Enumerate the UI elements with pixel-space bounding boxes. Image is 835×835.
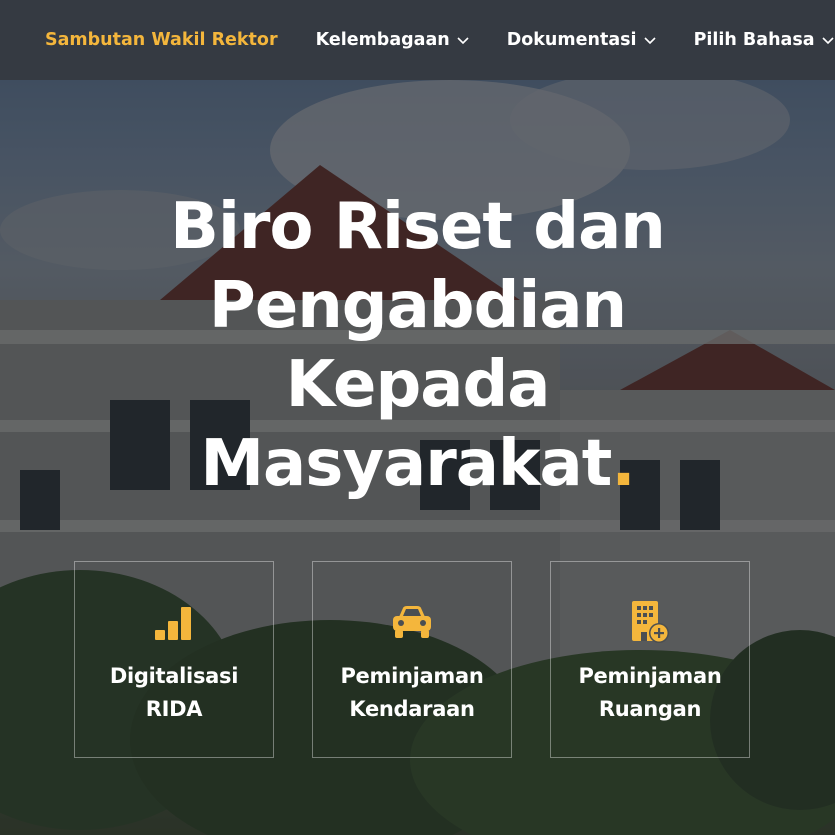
nav-item-pilih-bahasa[interactable]: Pilih Bahasa: [694, 30, 834, 50]
top-nav: Sambutan Wakil Rektor Kelembagaan Dokume…: [0, 0, 835, 80]
nav-item-label: Sambutan Wakil Rektor: [45, 30, 278, 50]
card-label-line: Digitalisasi: [109, 664, 239, 688]
nav-item-label: Dokumentasi: [506, 30, 637, 50]
service-cards: Digitalisasi RIDA Peminjaman Kendaraan P…: [74, 561, 750, 758]
card-label-line: Peminjaman: [340, 664, 484, 688]
card-label-line: Kendaraan: [349, 697, 475, 721]
nav-item-dokumentasi[interactable]: Dokumentasi: [507, 30, 656, 50]
card-digitalisasi-rida[interactable]: Digitalisasi RIDA: [74, 561, 274, 758]
building-add-icon: [628, 600, 672, 644]
hero-title-line: Masyarakat.: [0, 425, 835, 504]
card-label: Peminjaman Ruangan: [578, 660, 721, 726]
bar-chart-icon: [152, 600, 196, 644]
card-label-line: Ruangan: [598, 697, 702, 721]
nav-item-kelembagaan[interactable]: Kelembagaan: [316, 30, 469, 50]
chevron-down-icon: [643, 34, 656, 46]
card-label: Digitalisasi RIDA: [109, 660, 239, 726]
nav-item-sambutan[interactable]: Sambutan Wakil Rektor: [45, 30, 278, 50]
card-label-line: RIDA: [145, 697, 203, 721]
card-label: Peminjaman Kendaraan: [340, 660, 483, 726]
hero-title-line: Kepada: [285, 348, 551, 422]
card-peminjaman-ruangan[interactable]: Peminjaman Ruangan: [550, 561, 750, 758]
chevron-down-icon: [822, 34, 834, 46]
hero-title-line: Biro Riset dan: [170, 190, 666, 264]
hero-title-text: Masyarakat: [200, 427, 612, 501]
card-peminjaman-kendaraan[interactable]: Peminjaman Kendaraan: [312, 561, 512, 758]
hero-title: Biro Riset dan Pengabdian Kepada Masyara…: [0, 188, 835, 504]
hero-title-line: Pengabdian: [208, 269, 627, 343]
nav-item-label: Pilih Bahasa: [693, 30, 815, 50]
card-label-line: Peminjaman: [578, 664, 722, 688]
nav-item-label: Kelembagaan: [315, 30, 450, 50]
chevron-down-icon: [457, 34, 469, 46]
car-icon: [390, 600, 434, 644]
hero-title-dot: .: [611, 427, 635, 501]
